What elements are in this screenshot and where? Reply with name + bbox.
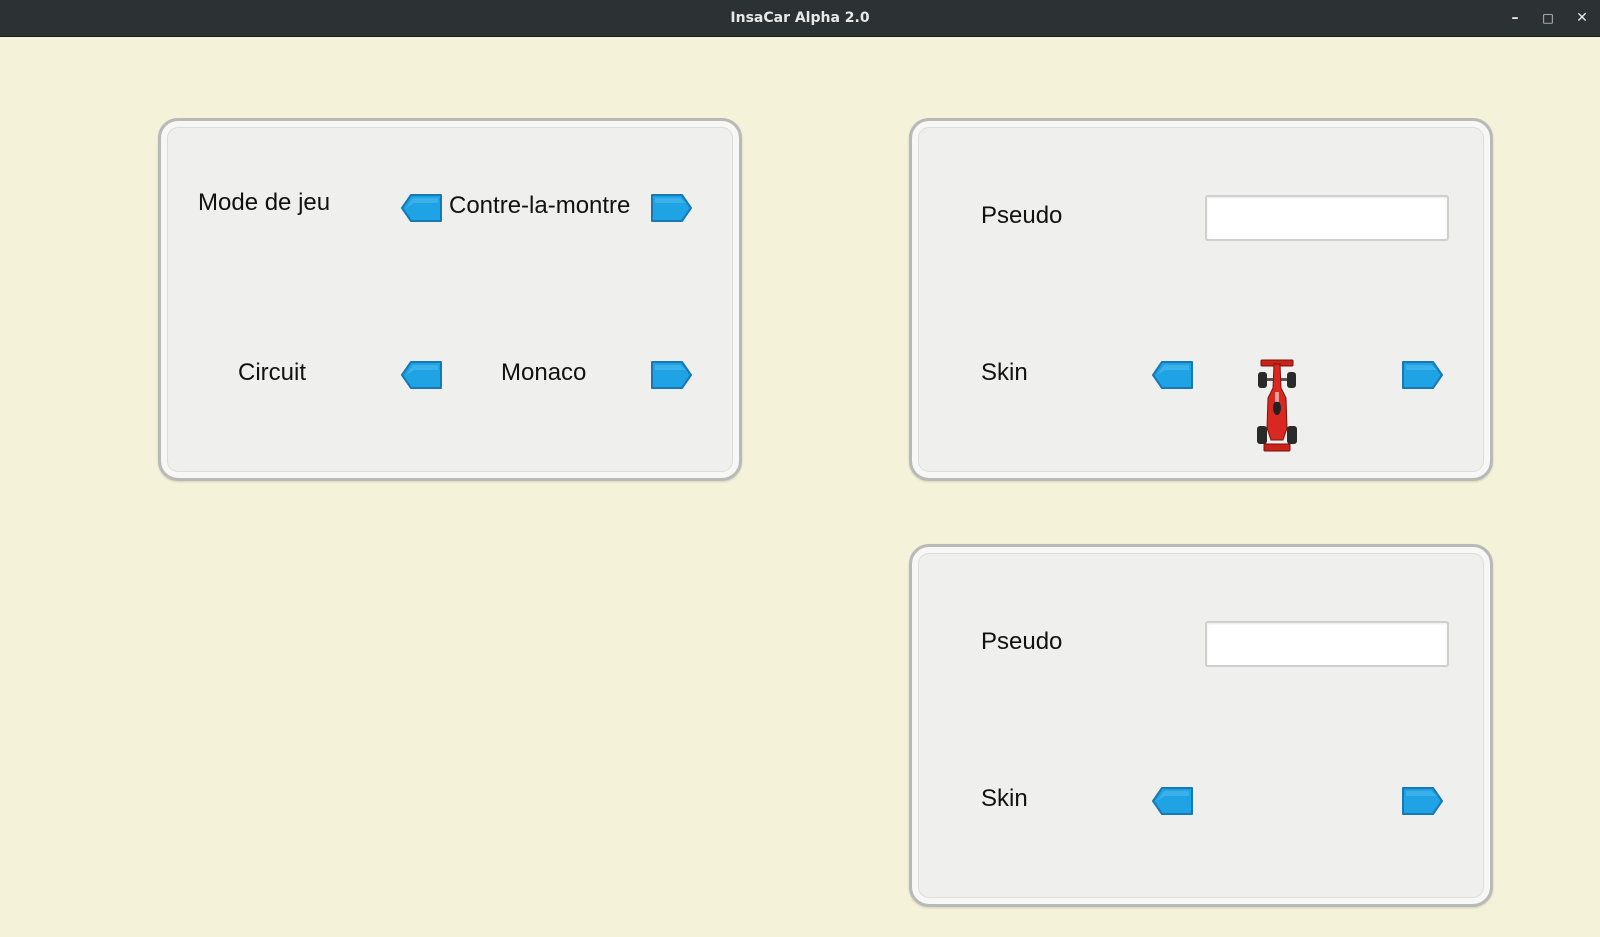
window-titlebar: InsaCar Alpha 2.0 – □ ✕ — [0, 0, 1600, 37]
game-mode-value: Contre-la-montre — [449, 192, 631, 219]
minimize-button[interactable]: – — [1505, 8, 1525, 28]
arrow-left-icon — [401, 361, 442, 389]
player1-skin-label: Skin — [981, 359, 1028, 386]
red-race-car-icon — [1257, 358, 1297, 454]
player2-pseudo-label: Pseudo — [981, 628, 1063, 655]
player2-skin-label: Skin — [981, 785, 1028, 812]
player2-panel: Pseudo Skin — [909, 544, 1493, 907]
arrow-right-icon — [1402, 787, 1443, 815]
close-button[interactable]: ✕ — [1572, 8, 1592, 28]
player1-panel: Pseudo Skin — [909, 118, 1493, 481]
circuit-next-button[interactable] — [650, 360, 692, 390]
game-mode-next-button[interactable] — [650, 193, 692, 223]
player1-skin-prev-button[interactable] — [1152, 360, 1194, 390]
arrow-left-icon — [401, 194, 442, 222]
arrow-left-icon — [1152, 361, 1193, 389]
game-mode-prev-button[interactable] — [401, 193, 443, 223]
player2-skin-next-button[interactable] — [1401, 786, 1443, 816]
game-settings-panel: Mode de jeu Contre-la-montre Circuit Mon… — [158, 118, 742, 481]
player1-pseudo-input[interactable] — [1205, 195, 1449, 241]
game-mode-label: Mode de jeu — [198, 189, 331, 216]
circuit-prev-button[interactable] — [401, 360, 443, 390]
arrow-right-icon — [1402, 361, 1443, 389]
player1-skin-next-button[interactable] — [1401, 360, 1443, 390]
player2-pseudo-input[interactable] — [1205, 621, 1449, 667]
arrow-right-icon — [651, 361, 692, 389]
player2-skin-prev-button[interactable] — [1152, 786, 1194, 816]
arrow-left-icon — [1152, 787, 1193, 815]
circuit-value: Monaco — [501, 359, 587, 386]
circuit-label: Circuit — [238, 359, 307, 386]
maximize-button[interactable]: □ — [1538, 8, 1558, 28]
window-title: InsaCar Alpha 2.0 — [730, 10, 870, 26]
player1-pseudo-label: Pseudo — [981, 202, 1063, 229]
arrow-right-icon — [651, 194, 692, 222]
